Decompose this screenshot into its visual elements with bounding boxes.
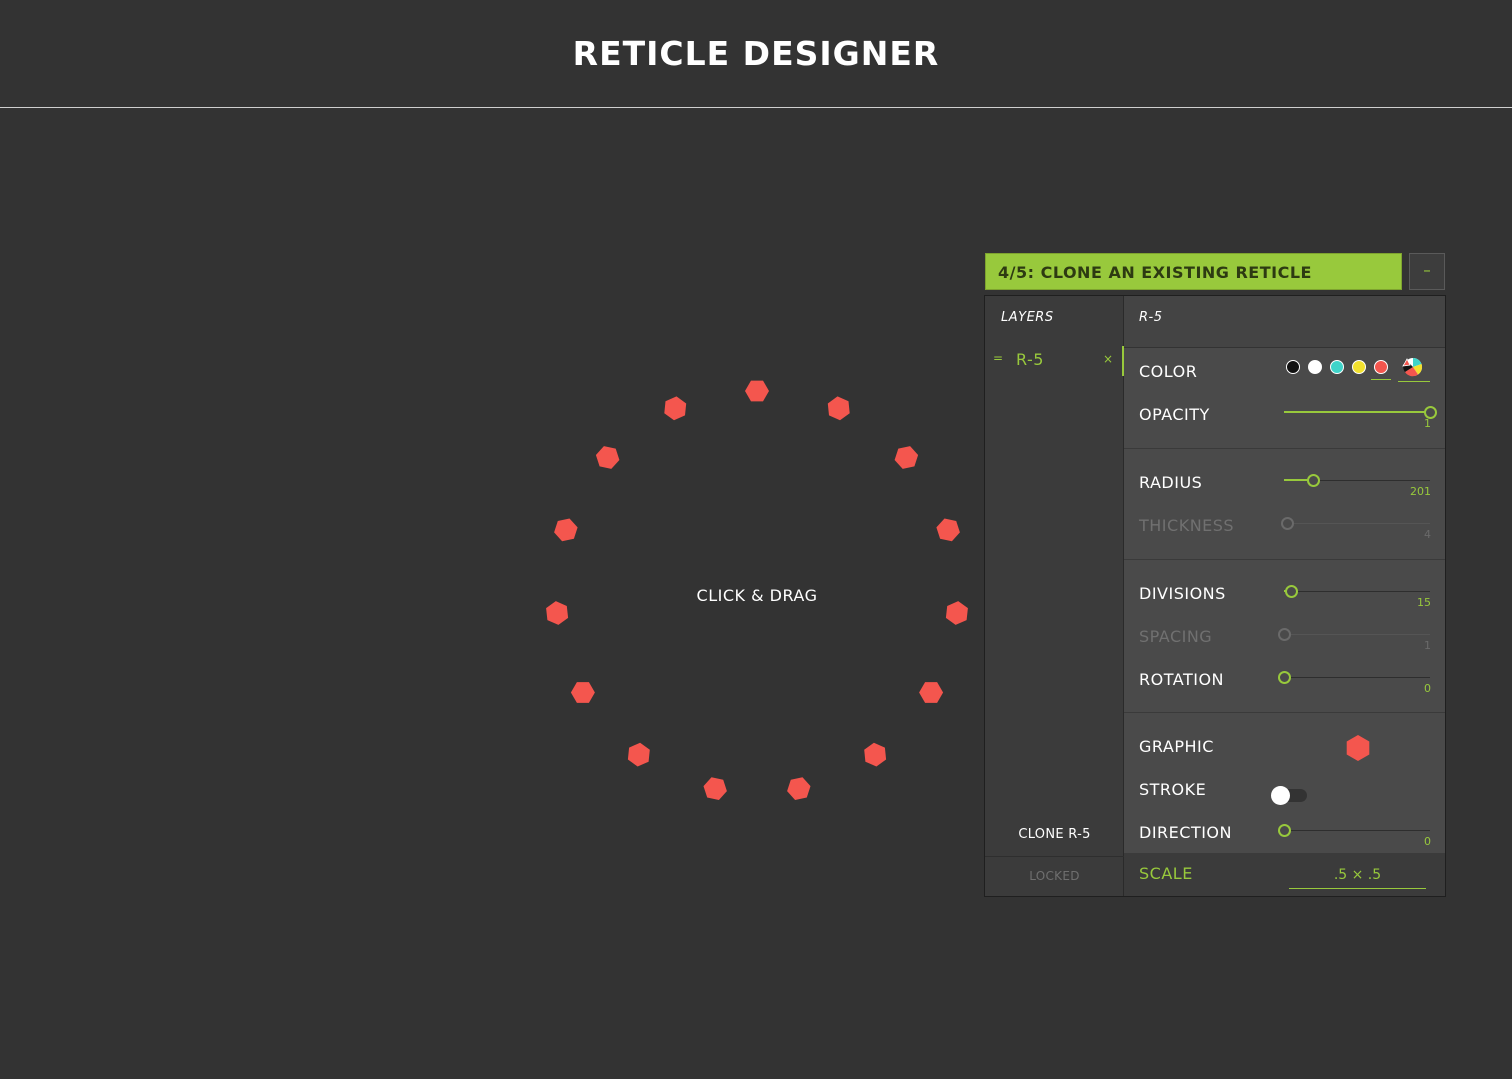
color-swatch[interactable] [1286, 360, 1300, 374]
reticle-hexagon [919, 682, 944, 703]
reticle-hexagon [945, 601, 968, 625]
reticle-hexagon [570, 682, 595, 703]
scale-row: SCALE [1124, 853, 1445, 896]
properties-title: R-5 [1139, 310, 1163, 325]
scale-input[interactable] [1289, 861, 1426, 889]
opacity-label: OPACITY [1139, 405, 1210, 424]
reticle-editor-panel: LAYERS = R-5 × CLONE R-5 LOCKED R-5 COLO… [984, 295, 1446, 897]
design-canvas[interactable]: CLICK & DRAG [0, 109, 980, 1079]
layers-heading: LAYERS [1001, 310, 1054, 325]
reticle-hexagon [936, 518, 960, 542]
thickness-slider [1280, 514, 1430, 534]
divisions-label: DIVISIONS [1139, 584, 1226, 603]
click-drag-hint: CLICK & DRAG [696, 586, 818, 605]
properties-header: R-5 [1124, 296, 1445, 348]
color-swatches [1286, 357, 1436, 383]
hexagon-icon[interactable] [1344, 734, 1372, 762]
radius-label: RADIUS [1139, 473, 1203, 492]
app-header: RETICLE DESIGNER [0, 0, 1512, 108]
radius-slider[interactable] [1284, 471, 1430, 491]
thickness-value: 4 [1424, 528, 1431, 541]
reticle-hexagon [627, 742, 650, 767]
size-group: RADIUS 201 THICKNESS 4 [1124, 450, 1445, 560]
color-swatch[interactable] [1308, 360, 1322, 374]
spacing-slider [1278, 625, 1430, 645]
color-swatch[interactable] [1371, 360, 1391, 380]
spacing-value: 1 [1424, 639, 1431, 652]
app-title: RETICLE DESIGNER [572, 34, 940, 73]
reticle-hexagon [745, 380, 769, 402]
direction-slider[interactable] [1278, 821, 1430, 841]
locked-button: LOCKED [985, 856, 1124, 896]
layer-name[interactable]: R-5 [1016, 350, 1044, 369]
spacing-label: SPACING [1139, 627, 1213, 646]
reticle-hexagon [595, 446, 620, 469]
graphic-group: GRAPHIC STROKE DIRECTION 0 [1124, 714, 1445, 853]
picker-underline [1398, 381, 1430, 382]
opacity-value: 1 [1424, 417, 1431, 430]
reticle-hexagon [894, 446, 919, 469]
rotation-value: 0 [1424, 682, 1431, 695]
distribution-group: DIVISIONS 15 SPACING 1 ROTATION 0 [1124, 561, 1445, 713]
divisions-value: 15 [1417, 596, 1431, 609]
layers-column: LAYERS = R-5 × CLONE R-5 LOCKED [985, 296, 1124, 896]
appearance-group: COLOR OPACITY 1 [1124, 349, 1445, 449]
opacity-slider[interactable] [1284, 403, 1437, 423]
thickness-label: THICKNESS [1139, 516, 1235, 535]
rotation-slider[interactable] [1278, 668, 1430, 688]
reticle-hexagon [703, 777, 727, 800]
stroke-label: STROKE [1139, 780, 1207, 799]
color-label: COLOR [1139, 362, 1198, 381]
stroke-toggle[interactable] [1271, 786, 1307, 805]
layer-item-r5[interactable]: = R-5 × [985, 346, 1124, 376]
radius-value: 201 [1410, 485, 1431, 498]
drag-handle-icon[interactable]: = [993, 351, 1003, 365]
reticle-hexagon [827, 396, 850, 421]
reticle-hexagon [554, 518, 578, 542]
rotation-label: ROTATION [1139, 670, 1224, 689]
direction-value: 0 [1424, 835, 1431, 848]
properties-column: R-5 COLOR OPACITY 1 RADIUS 201 THICKNESS… [1124, 296, 1445, 896]
remove-layer-icon[interactable]: × [1103, 352, 1113, 366]
color-swatch[interactable] [1352, 360, 1366, 374]
graphic-label: GRAPHIC [1139, 737, 1214, 756]
color-wheel-icon[interactable] [1399, 357, 1425, 377]
color-swatch[interactable] [1330, 360, 1344, 374]
divisions-slider[interactable] [1284, 582, 1430, 602]
tutorial-step-bar: 4/5: CLONE AN EXISTING RETICLE [985, 253, 1402, 290]
scale-label: SCALE [1139, 864, 1193, 883]
minimize-tutorial-button[interactable]: – [1409, 253, 1445, 290]
reticle-hexagon [546, 601, 569, 625]
clone-layer-button[interactable]: CLONE R-5 [985, 827, 1124, 842]
reticle-hexagon [864, 742, 887, 767]
reticle-hexagon [664, 396, 687, 421]
reticle-hexagon [787, 777, 811, 800]
direction-label: DIRECTION [1139, 823, 1232, 842]
